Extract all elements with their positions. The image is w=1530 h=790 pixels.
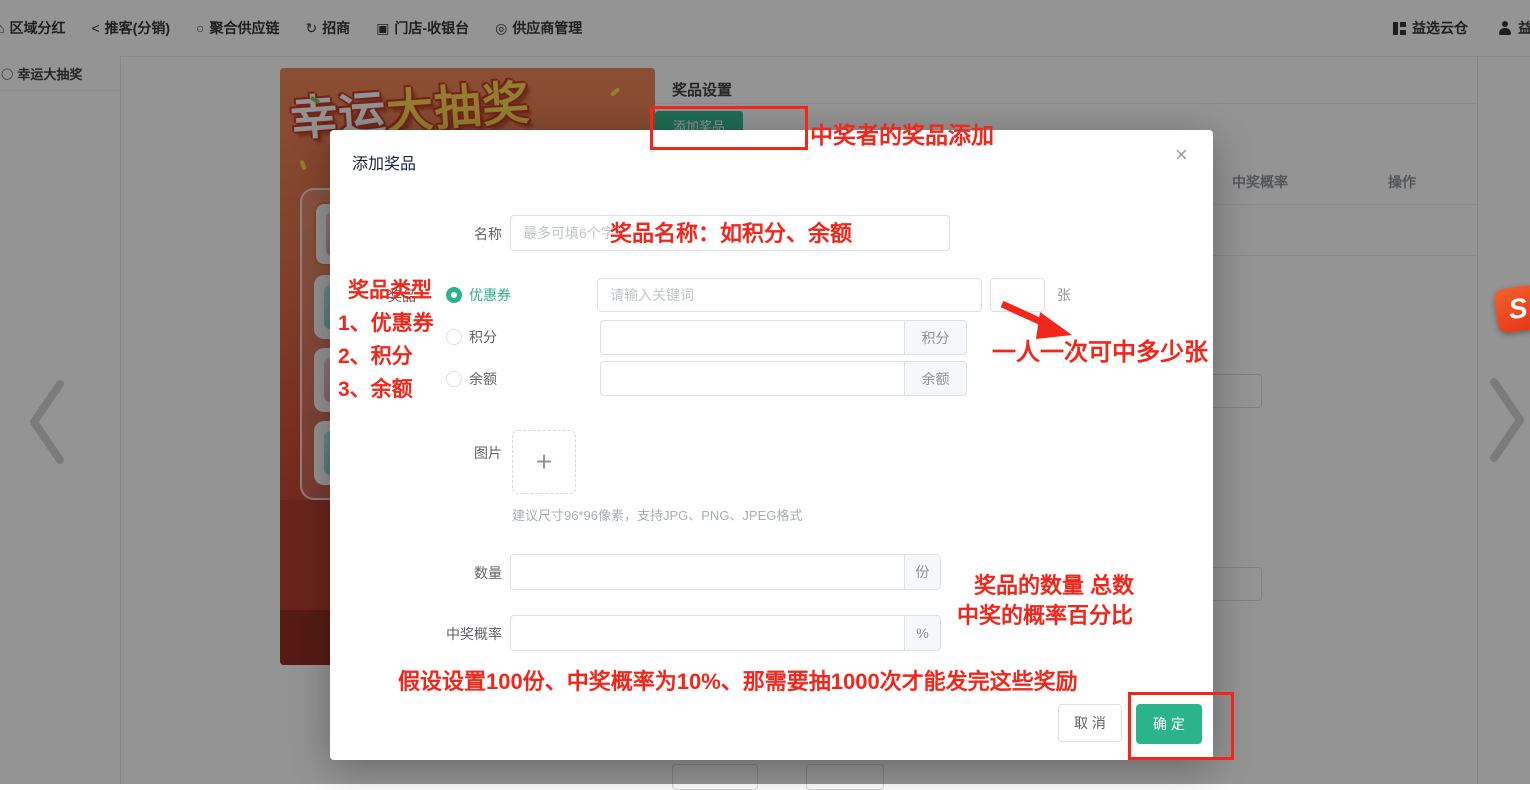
- points-input[interactable]: [600, 320, 905, 355]
- quantity-label: 数量: [390, 563, 502, 583]
- radio-coupon-label[interactable]: 优惠券: [469, 285, 511, 305]
- cancel-button[interactable]: 取 消: [1058, 704, 1122, 742]
- radio-points[interactable]: [446, 329, 462, 345]
- annotation-line: 3、余额: [338, 373, 434, 406]
- badge-letter: S: [1507, 292, 1530, 326]
- annotation-sheets-hint: 一人一次可中多少张: [992, 332, 1208, 367]
- balance-suffix: 余额: [905, 361, 967, 396]
- probability-unit: %: [905, 615, 941, 651]
- annotation-quantity-hint: 奖品的数量 总数: [974, 568, 1134, 600]
- annotation-rect-add-button: [650, 106, 808, 150]
- keyword-placeholder: 请输入关键词: [610, 285, 694, 305]
- radio-coupon[interactable]: [446, 287, 462, 303]
- plus-icon: +: [536, 446, 552, 478]
- balance-input[interactable]: [600, 361, 905, 396]
- annotation-line: 1、优惠券: [338, 307, 434, 340]
- annotation-probability-hint: 中奖的概率百分比: [957, 598, 1133, 630]
- image-label: 图片: [390, 443, 502, 463]
- quantity-input[interactable]: [510, 554, 905, 590]
- annotation-line: 奖品类型: [338, 274, 434, 307]
- radio-balance[interactable]: [446, 371, 462, 387]
- name-placeholder: 最多可填6个字: [523, 223, 615, 243]
- coupon-keyword-input[interactable]: 请输入关键词: [597, 278, 982, 312]
- name-label: 名称: [390, 224, 502, 244]
- annotation-example: 假设设置100份、中奖概率为10%、那需要抽1000次才能发完这些奖励: [398, 664, 1078, 696]
- radio-points-label[interactable]: 积分: [469, 327, 497, 347]
- points-suffix: 积分: [905, 320, 967, 355]
- probability-label: 中奖概率: [390, 624, 502, 644]
- annotation-name-hint: 奖品名称：如积分、余额: [610, 216, 852, 248]
- screenshot-tool-badge[interactable]: S: [1493, 284, 1530, 334]
- annotation-line: 2、积分: [338, 340, 434, 373]
- modal-title: 添加奖品: [352, 150, 416, 174]
- radio-balance-label[interactable]: 余额: [469, 369, 497, 389]
- annotation-prize-types: 奖品类型 1、优惠券 2、积分 3、余额: [338, 274, 434, 406]
- image-hint: 建议尺寸96*96像素，支持JPG、PNG、JPEG格式: [512, 505, 802, 524]
- close-icon[interactable]: ×: [1175, 144, 1188, 166]
- image-upload-box[interactable]: +: [512, 430, 576, 494]
- quantity-unit: 份: [905, 554, 941, 590]
- annotation-rect-confirm-button: [1128, 692, 1234, 760]
- annotation-add-prize: 中奖者的奖品添加: [810, 116, 994, 150]
- probability-input[interactable]: [510, 615, 905, 651]
